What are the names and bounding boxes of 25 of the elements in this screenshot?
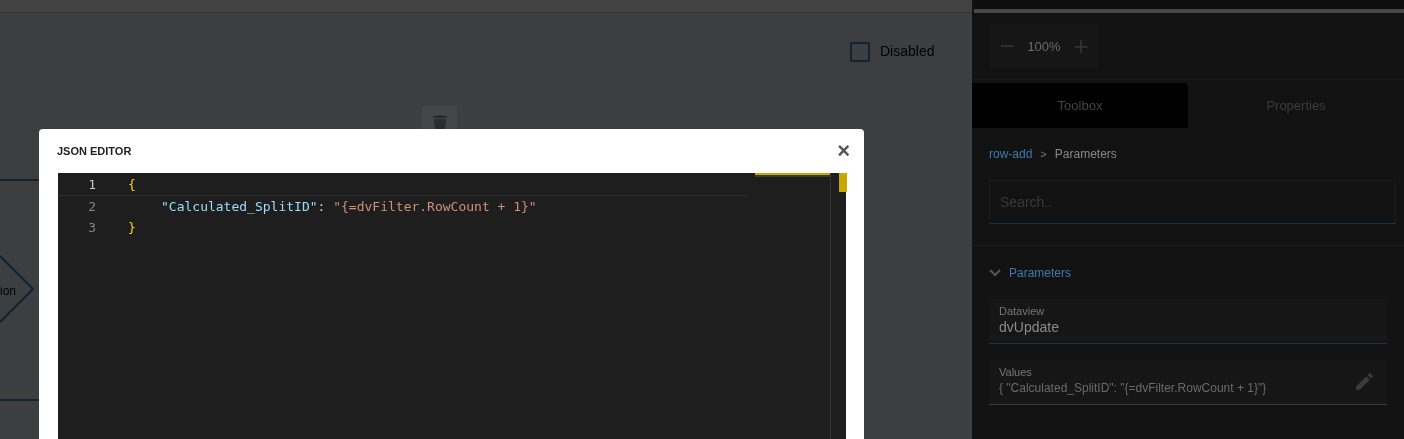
- code-line: "Calculated_SplitID": "{=dvFilter.RowCount + 1}": [160, 197, 537, 216]
- field-label: Values: [999, 365, 1033, 379]
- code-line: }: [128, 218, 136, 237]
- code-editor[interactable]: 1 { 2 "Calculated_SplitID": "{=dvFilter.RowCount + 1}" 3 }: [58, 173, 846, 439]
- zoom-level: 100%: [1027, 37, 1061, 56]
- field-label: Dataview: [999, 304, 1046, 318]
- tab[interactable]: Toolbox: [972, 83, 1188, 128]
- checkbox-label: Disabled: [880, 42, 935, 61]
- breadcrumb-separator: >: [1040, 146, 1047, 162]
- scrollbar[interactable]: [830, 173, 846, 439]
- line-number: 1: [87, 176, 96, 195]
- dialog-title: JSON EDITOR: [57, 143, 132, 159]
- line-number: 2: [87, 197, 96, 216]
- field-value: { "Calculated_SplitID": "{=dvFilter.RowCount + 1}"}: [999, 380, 1268, 397]
- field-value: dvUpdate: [999, 318, 1060, 336]
- text-field[interactable]: Values { "Calculated_SplitID": "{=dvFilter.RowCount + 1}"}: [989, 360, 1387, 405]
- text-field[interactable]: Dataview dvUpdate: [989, 299, 1387, 344]
- node-label: ion: [0, 283, 16, 300]
- section-title[interactable]: Parameters: [1009, 263, 1072, 282]
- close-button[interactable]: ×: [837, 140, 850, 162]
- breadcrumb-link[interactable]: row-add: [989, 145, 1033, 163]
- breadcrumb-item: Parameters: [1054, 146, 1117, 163]
- checkbox[interactable]: [850, 41, 870, 62]
- line-number: 3: [87, 218, 96, 237]
- code-line: {: [128, 176, 136, 195]
